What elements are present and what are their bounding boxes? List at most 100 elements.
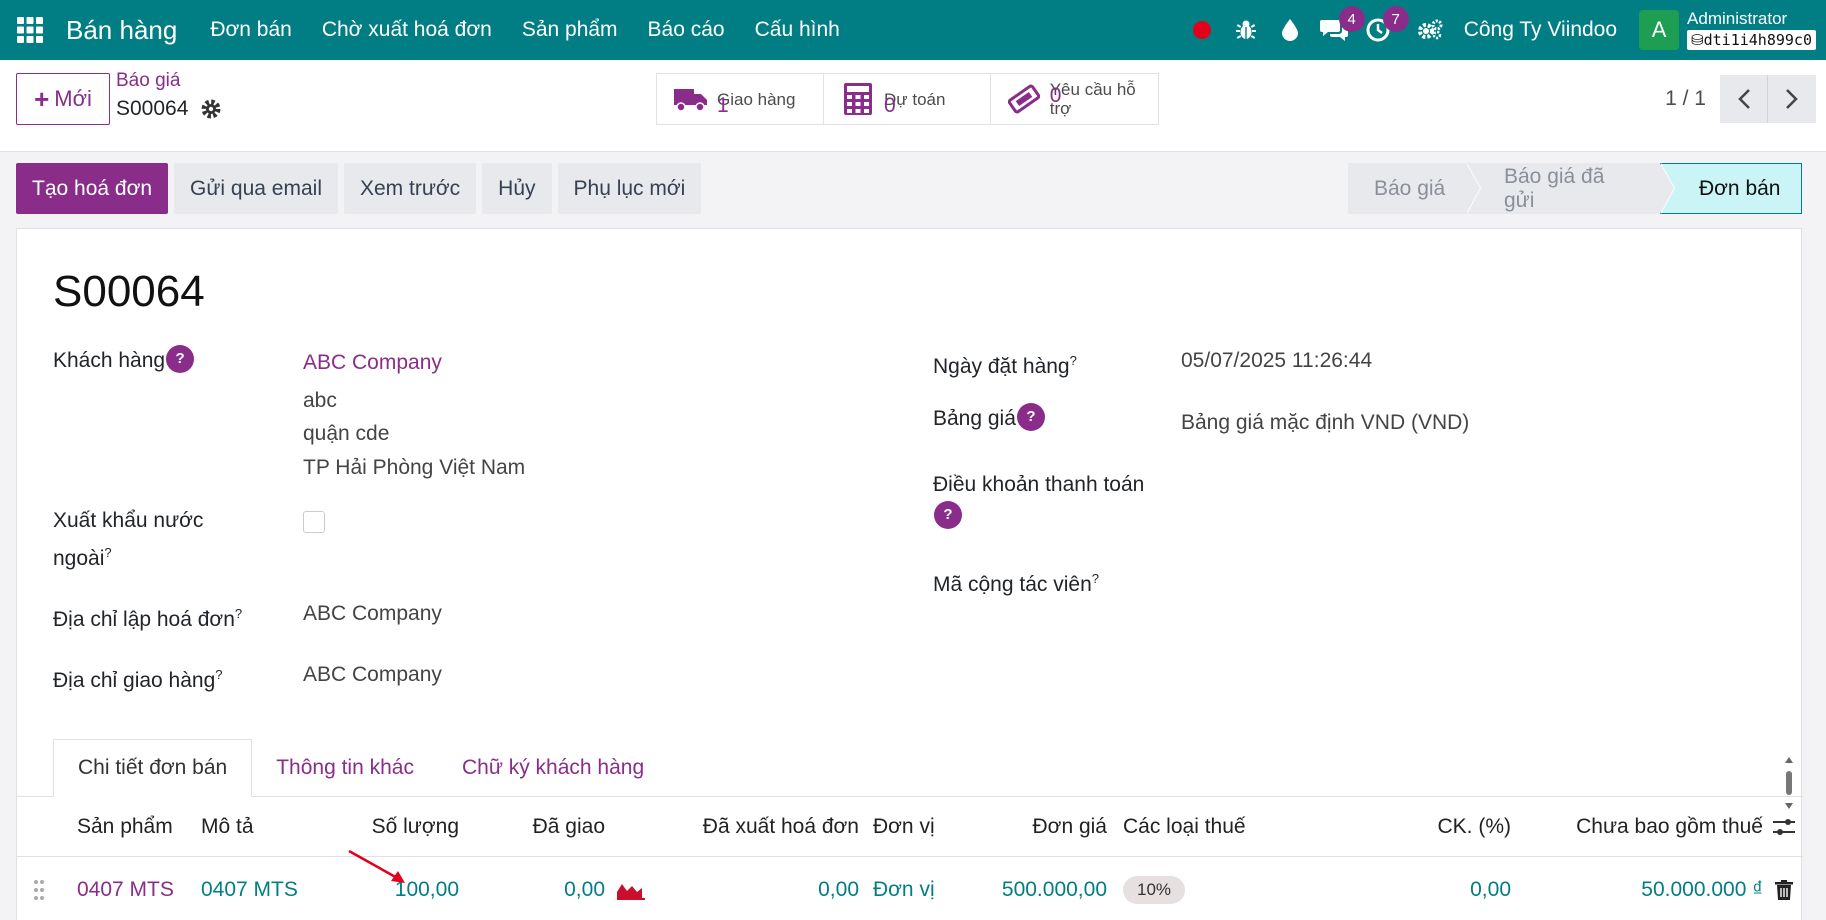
- pricelist-label: Bảng giá?: [933, 403, 1045, 435]
- breadcrumb-parent[interactable]: Báo giá: [116, 70, 222, 92]
- col-quantity[interactable]: Số lượng: [317, 797, 459, 857]
- delivery-address-help-mark[interactable]: ?: [215, 667, 222, 682]
- order-date-field[interactable]: 05/07/2025 11:26:44: [1181, 345, 1372, 377]
- bug-icon[interactable]: [1224, 0, 1268, 60]
- app-name[interactable]: Bán hàng: [66, 15, 177, 46]
- tab-order-lines[interactable]: Chi tiết đơn bán: [53, 739, 253, 797]
- create-invoice-button[interactable]: Tạo hoá đơn: [16, 163, 169, 214]
- invoice-address-help-mark[interactable]: ?: [235, 606, 242, 621]
- pricelist-field[interactable]: Bảng giá mặc định VND (VND): [1181, 407, 1469, 439]
- stage-quotation-sent[interactable]: Báo giá đã gửi: [1466, 163, 1675, 214]
- order-lines-header: Sản phẩm Mô tả Số lượng Đã giao Đã xuất …: [17, 797, 1803, 857]
- menu-bao-cao[interactable]: Báo cáo: [633, 18, 740, 42]
- stage-quotation[interactable]: Báo giá: [1348, 163, 1481, 214]
- calculator-icon: [840, 81, 876, 117]
- export-checkbox[interactable]: [303, 511, 325, 533]
- cell-description[interactable]: 0407 MTS: [201, 858, 298, 920]
- record-dot-icon[interactable]: [1180, 0, 1224, 60]
- col-description[interactable]: Mô tả: [201, 797, 254, 857]
- settings-gears-icon[interactable]: [1408, 0, 1452, 60]
- form-sheet: S00064 Khách hàng? ABC Company abc quận …: [16, 228, 1803, 920]
- tab-other-info[interactable]: Thông tin khác: [252, 739, 438, 797]
- col-delivered[interactable]: Đã giao: [467, 797, 605, 857]
- company-switcher[interactable]: Công Ty Viindoo: [1464, 18, 1617, 42]
- customer-address-line: quận cde: [303, 422, 390, 445]
- cell-discount[interactable]: 0,00: [1377, 858, 1511, 920]
- control-panel: + Mới Báo giá S00064 Giao hàng 1 Dự toán…: [0, 60, 1826, 152]
- invoice-address-field[interactable]: ABC Company: [303, 598, 442, 630]
- statusbar: Tạo hoá đơn Gửi qua email Xem trước Hủy …: [16, 163, 1802, 214]
- preview-button[interactable]: Xem trước: [343, 163, 477, 214]
- user-name: Administrator: [1687, 9, 1788, 28]
- truck-icon: [673, 81, 709, 117]
- stage-sales-order-label: Đơn bán: [1699, 176, 1781, 200]
- export-label: Xuất khẩu nước ngoài?: [53, 505, 203, 575]
- referrer-help-mark[interactable]: ?: [1092, 571, 1099, 586]
- col-subtotal[interactable]: Chưa bao gồm thuế: [1517, 797, 1763, 857]
- send-email-button[interactable]: Gửi qua email: [174, 163, 338, 214]
- avatar[interactable]: A: [1639, 10, 1680, 50]
- smart-button-estimate[interactable]: Dự toán 0: [824, 74, 991, 124]
- pager-value[interactable]: 1 / 1: [1665, 87, 1706, 111]
- tab-customer-signature[interactable]: Chữ ký khách hàng: [438, 739, 668, 797]
- database-icon: ⛁: [1691, 31, 1704, 49]
- forecast-chart-icon[interactable]: [617, 858, 645, 920]
- menu-san-pham[interactable]: Sản phẩm: [507, 18, 633, 42]
- col-product[interactable]: Sản phẩm: [77, 797, 173, 857]
- cell-subtotal[interactable]: 50.000.000 ₫: [1517, 858, 1763, 920]
- smart-button-helpdesk[interactable]: Yêu cầu hỗ trợ 0: [991, 74, 1158, 124]
- col-taxes[interactable]: Các loại thuế: [1123, 797, 1246, 857]
- export-help-mark[interactable]: ?: [104, 545, 111, 560]
- menu-cho-xuat-hoa-don[interactable]: Chờ xuất hoá đơn: [307, 18, 507, 42]
- notebook-tabs: Chi tiết đơn bán Thông tin khác Chữ ký k…: [53, 739, 668, 797]
- gear-icon[interactable]: [200, 98, 222, 120]
- trash-icon[interactable]: [1775, 858, 1793, 920]
- chevron-right-icon: [1786, 89, 1798, 109]
- payment-terms-label: Điều khoản thanh toán?: [933, 469, 1144, 533]
- cell-uom[interactable]: Đơn vị: [873, 858, 935, 920]
- drag-handle-icon[interactable]: [33, 858, 45, 920]
- cell-product[interactable]: 0407 MTS: [77, 858, 174, 920]
- customer-address-line: abc: [303, 389, 337, 412]
- export-label-line1: Xuất khẩu nước: [53, 509, 204, 532]
- new-button[interactable]: + Mới: [16, 73, 110, 125]
- new-addendum-button[interactable]: Phụ lục mới: [557, 163, 702, 214]
- help-icon[interactable]: ?: [934, 501, 962, 529]
- column-settings-icon[interactable]: [1773, 797, 1795, 857]
- status-stages: Báo giá Báo giá đã gửi Đơn bán: [1348, 163, 1802, 214]
- col-unit-price[interactable]: Đơn giá: [967, 797, 1107, 857]
- delivery-address-field[interactable]: ABC Company: [303, 659, 442, 691]
- cell-invoiced[interactable]: 0,00: [657, 858, 859, 920]
- pager-next-button[interactable]: [1768, 75, 1816, 123]
- cell-taxes[interactable]: 10%: [1123, 858, 1186, 920]
- activities-clock-icon[interactable]: 7: [1356, 0, 1409, 60]
- table-row[interactable]: 0407 MTS 0407 MTS 100,00 0,00 0,00 Đơn v…: [17, 858, 1803, 920]
- menu-don-ban[interactable]: Đơn bán: [195, 18, 307, 42]
- menu-cau-hinh[interactable]: Cấu hình: [740, 18, 855, 42]
- plus-icon: +: [34, 83, 50, 114]
- col-discount[interactable]: CK. (%): [1377, 797, 1512, 857]
- messages-icon[interactable]: 4: [1312, 0, 1365, 60]
- apps-menu-icon[interactable]: [4, 4, 56, 56]
- col-invoiced[interactable]: Đã xuất hoá đơn: [657, 797, 859, 857]
- cell-delivered[interactable]: 0,00: [467, 858, 605, 920]
- droplet-icon[interactable]: [1268, 0, 1312, 60]
- pager-previous-button[interactable]: [1720, 75, 1768, 123]
- pager: 1 / 1: [1665, 75, 1816, 123]
- new-button-label: Mới: [54, 86, 92, 111]
- order-date-help-mark[interactable]: ?: [1070, 353, 1077, 368]
- cancel-button[interactable]: Hủy: [482, 163, 552, 214]
- help-icon[interactable]: ?: [166, 345, 195, 373]
- record-title: S00064: [53, 267, 205, 316]
- top-navbar: Bán hàng Đơn bán Chờ xuất hoá đơn Sản ph…: [0, 0, 1826, 60]
- smart-button-delivery[interactable]: Giao hàng 1: [657, 74, 824, 124]
- col-uom[interactable]: Đơn vị: [873, 797, 935, 857]
- smart-buttons: Giao hàng 1 Dự toán 0 Yêu cầu hỗ trợ 0: [656, 73, 1159, 125]
- help-icon[interactable]: ?: [1016, 403, 1045, 431]
- customer-field[interactable]: ABC Company: [303, 347, 442, 379]
- customer-address-line: TP Hải Phòng Việt Nam: [303, 456, 526, 479]
- breadcrumb-current: S00064: [116, 97, 189, 120]
- cell-unit-price[interactable]: 500.000,00: [967, 858, 1107, 920]
- user-menu[interactable]: Administrator ⛁dti1i4h899c0: [1687, 10, 1816, 50]
- stage-sales-order[interactable]: Đơn bán: [1660, 163, 1802, 214]
